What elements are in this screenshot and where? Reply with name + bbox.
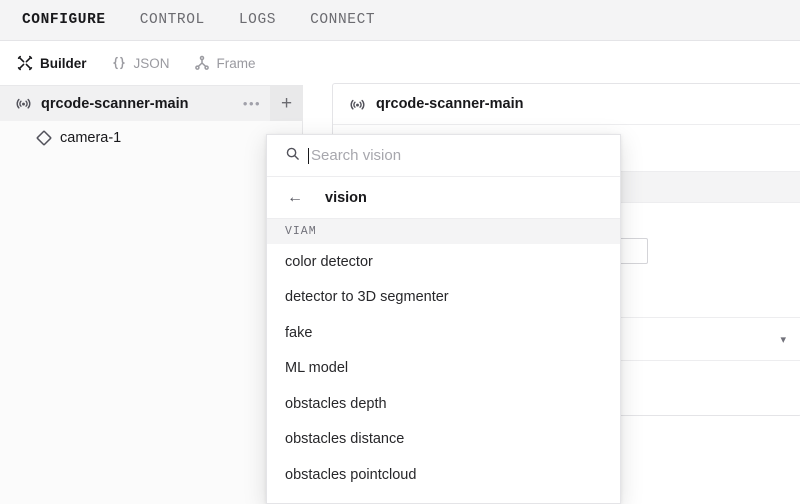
more-options-icon[interactable]: ••• [234,86,270,121]
diamond-icon [35,130,52,147]
machine-part-icon [14,95,32,113]
tab-logs[interactable]: LOGS [239,0,276,41]
mode-json[interactable]: JSON [111,55,170,71]
editor-mode-bar: Builder JSON Frame [0,41,303,86]
dropdown-search-row[interactable]: Search vision [267,135,620,177]
dropdown-group-header: VIAM [267,219,620,244]
dropdown-item[interactable]: color detector [267,244,620,280]
add-resource-button[interactable]: + [270,86,303,121]
tree-row-root-label: qrcode-scanner-main [41,95,189,112]
braces-icon [111,55,127,71]
left-sidebar: Builder JSON Frame qrcode-scanner-main •… [0,41,303,504]
mode-builder-label: Builder [40,55,87,71]
dropdown-item[interactable]: obstacles pointcloud [267,457,620,493]
mode-builder[interactable]: Builder [17,55,87,71]
mode-frame-label: Frame [216,55,256,71]
dropdown-item[interactable]: detector to 3D segmenter [267,280,620,316]
dropdown-back-label: vision [325,189,367,206]
app-root: CONFIGURE CONTROL LOGS CONNECT Builder J… [0,0,800,504]
machine-part-icon [348,95,366,113]
dropdown-item[interactable]: obstacles depth [267,386,620,422]
search-input-placeholder: Search vision [311,147,402,164]
tree-row-root[interactable]: qrcode-scanner-main ••• + [0,86,303,121]
dropdown-item[interactable]: obstacles distance [267,422,620,458]
dropdown-back-row[interactable]: ← vision [267,177,620,219]
text-caret [308,147,309,164]
resource-tree: qrcode-scanner-main ••• + camera-1 [0,86,303,155]
dropdown-item[interactable]: obstacles ransac [267,493,620,503]
tree-row-actions: ••• + [234,86,303,121]
tools-icon [17,55,33,71]
vision-model-dropdown: Search vision ← vision VIAM color detect… [266,134,621,504]
tree-row-camera-1[interactable]: camera-1 [0,121,303,155]
top-navigation: CONFIGURE CONTROL LOGS CONNECT [0,0,800,41]
tab-control[interactable]: CONTROL [140,0,205,41]
tree-row-camera-1-label: camera-1 [60,130,122,146]
mode-json-label: JSON [133,55,170,71]
arrow-left-icon: ← [287,188,303,206]
search-icon [285,146,300,166]
dropdown-item[interactable]: ML model [267,351,620,387]
resource-card-title: qrcode-scanner-main [376,96,524,112]
tab-configure[interactable]: CONFIGURE [22,0,106,41]
resource-card-header: qrcode-scanner-main [333,84,800,125]
chevron-down-icon: ▾ [780,333,786,346]
dropdown-item[interactable]: fake [267,315,620,351]
frame-tree-icon [194,55,210,71]
tab-connect[interactable]: CONNECT [310,0,375,41]
dropdown-item-list: color detector detector to 3D segmenter … [267,244,620,503]
mode-frame[interactable]: Frame [194,55,256,71]
